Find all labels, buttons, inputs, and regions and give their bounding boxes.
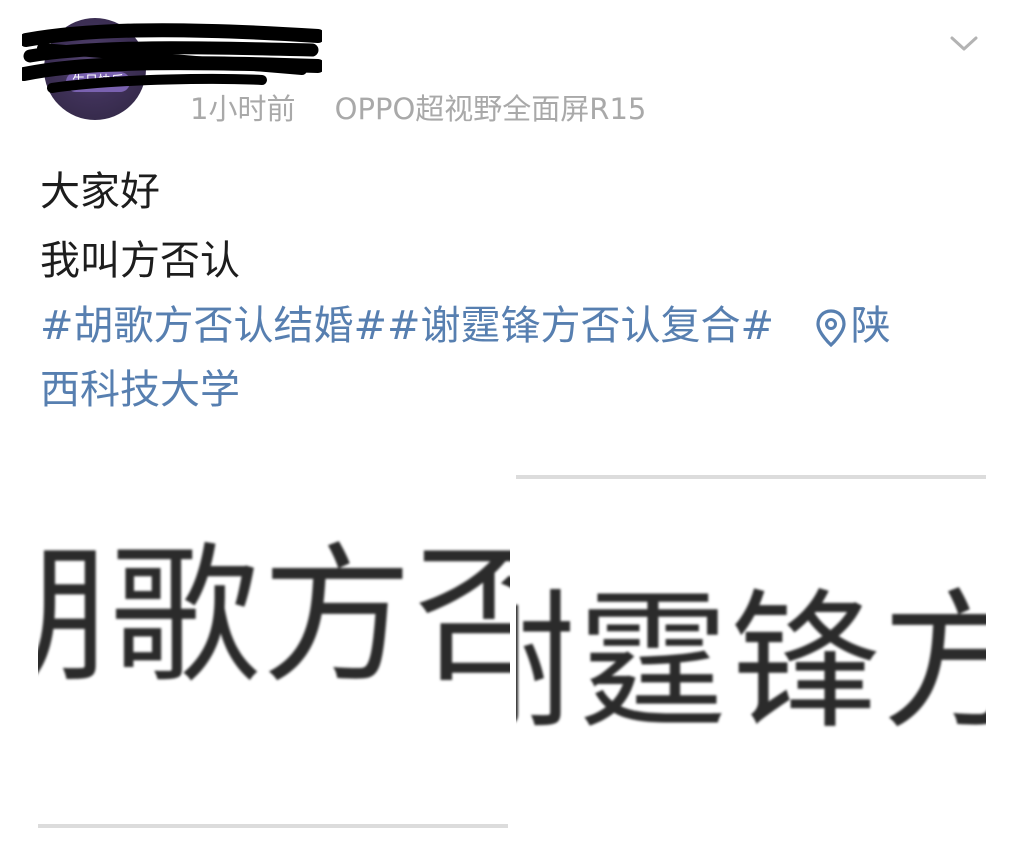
- zoomed-text-right: 谢霆锋方: [516, 576, 986, 750]
- post-meta: 1小时前 OPPO超视野全面屏R15: [190, 86, 646, 128]
- post-time: 1小时前: [190, 92, 296, 126]
- post-text-line-1: 大家好: [40, 169, 160, 215]
- location-link-part-2[interactable]: 西科技大学: [40, 366, 240, 414]
- zoomed-text-left: 胡歌方否: [38, 530, 510, 704]
- topic-row: #胡歌方否认结婚##谢霆锋方否认复合# 陕: [40, 302, 891, 350]
- weibo-post-card: 生日快乐 1小时前 OPPO超视野全面屏R15 大家好 我叫方否认 #胡歌方否认…: [0, 0, 1024, 862]
- location-link-part-1[interactable]: 陕: [851, 303, 891, 349]
- zoomed-text-crop-right: 谢霆锋方: [516, 560, 986, 770]
- topic-link-1[interactable]: #胡歌方否认结婚#: [40, 303, 387, 349]
- location-pin-icon: [816, 309, 846, 348]
- divider: [516, 475, 986, 479]
- zoomed-text-crop-left: 胡歌方否: [38, 520, 510, 720]
- topic-link-2[interactable]: #谢霆锋方否认复合#: [387, 303, 774, 349]
- chevron-down-icon[interactable]: [944, 24, 984, 64]
- divider: [38, 824, 508, 828]
- post-device[interactable]: OPPO超视野全面屏R15: [335, 92, 647, 126]
- post-text-line-2: 我叫方否认: [40, 238, 240, 284]
